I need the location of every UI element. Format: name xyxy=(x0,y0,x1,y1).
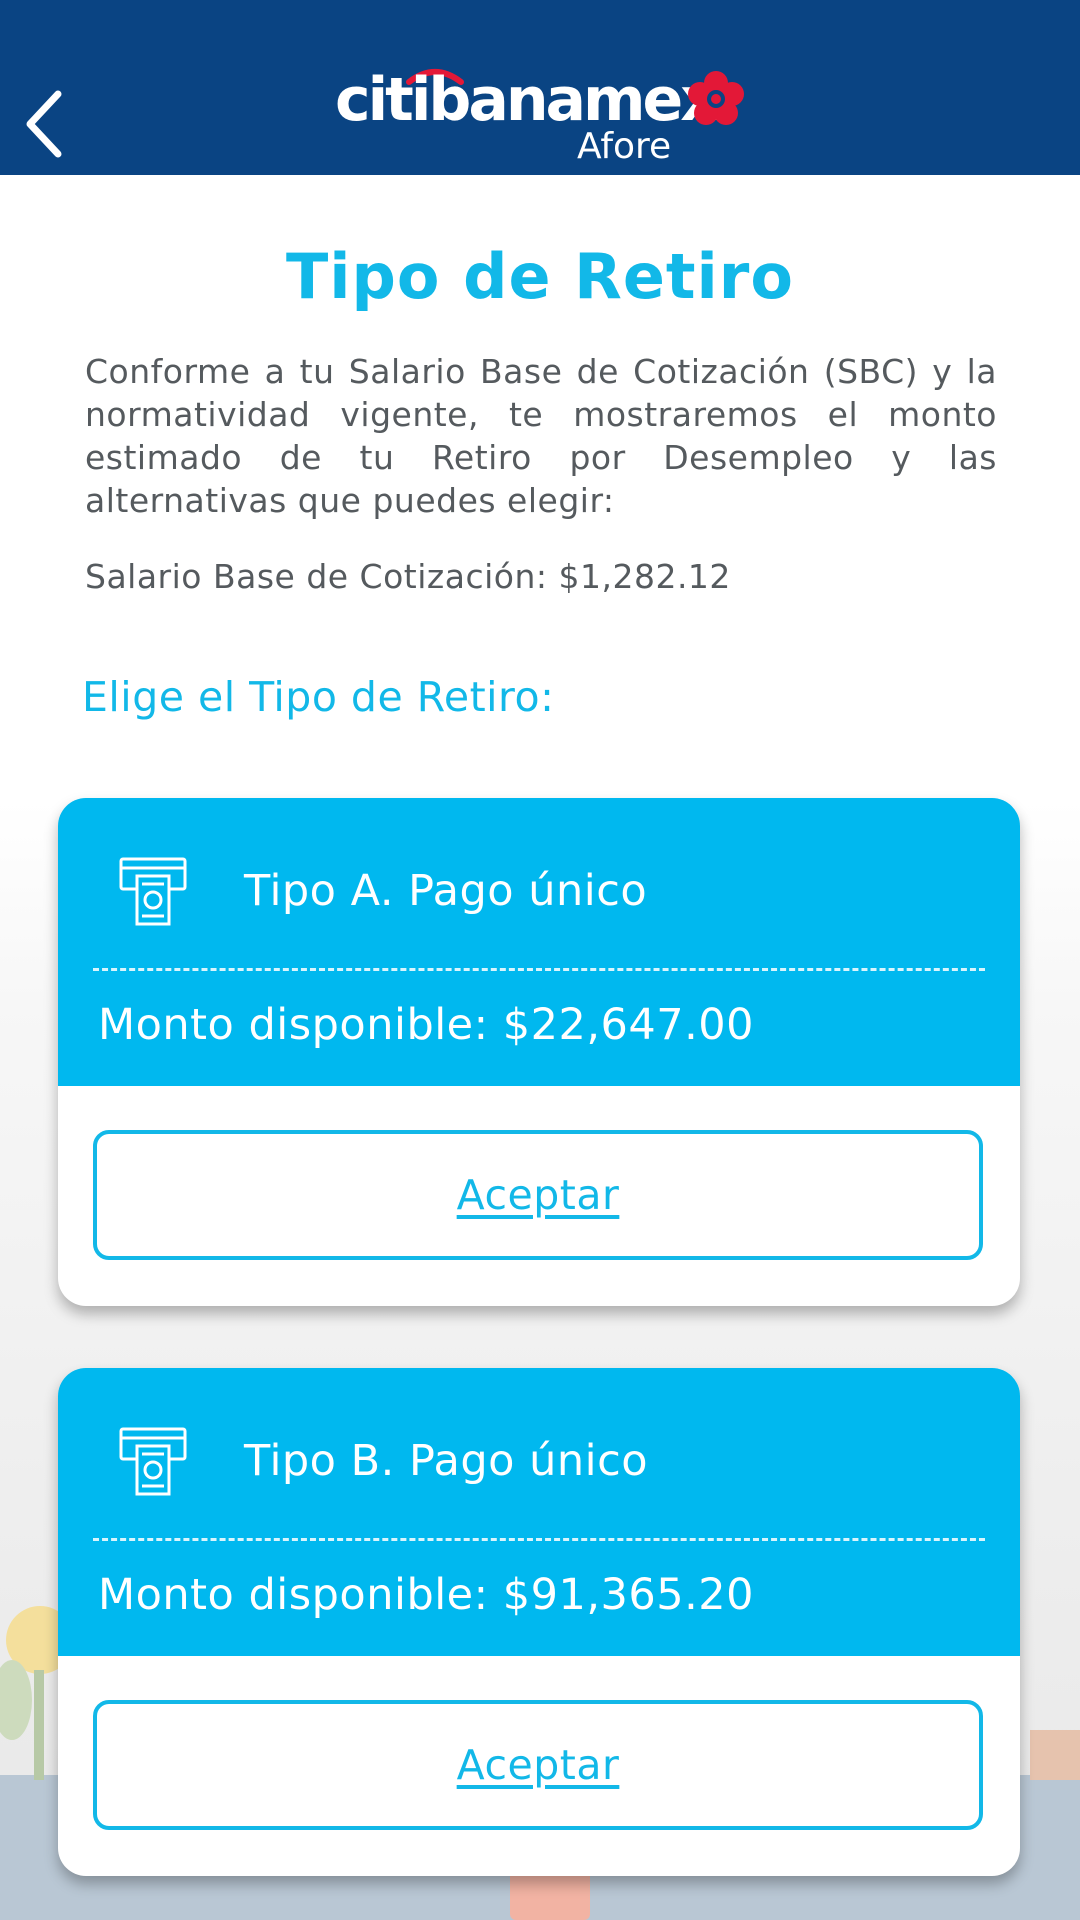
accept-button-label: Aceptar xyxy=(456,1171,620,1219)
page: citibanamex Afore Tipo de Retiro Conform… xyxy=(0,0,1080,1920)
logo-flower-icon xyxy=(688,71,744,125)
option-title: Tipo B. Pago único xyxy=(244,1436,649,1486)
option-card-b: Tipo B. Pago único Monto disponible: $91… xyxy=(58,1368,1020,1876)
intro-text: Conforme a tu Salario Base de Cotización… xyxy=(85,352,997,520)
brand-subtitle: Afore xyxy=(577,126,672,167)
available-amount: Monto disponible: $22,647.00 xyxy=(98,1000,754,1050)
option-card-header: Tipo A. Pago único Monto disponible: $22… xyxy=(58,798,1020,1086)
app-header: citibanamex Afore xyxy=(0,0,1080,175)
accept-button-label: Aceptar xyxy=(456,1741,620,1789)
chevron-left-icon xyxy=(26,90,62,158)
atm-cash-icon xyxy=(119,857,187,926)
option-card-header: Tipo B. Pago único Monto disponible: $91… xyxy=(58,1368,1020,1656)
accept-button-b[interactable]: Aceptar xyxy=(93,1700,983,1830)
back-button[interactable] xyxy=(14,82,84,162)
dashed-divider xyxy=(93,1538,985,1541)
choose-label: Elige el Tipo de Retiro: xyxy=(82,673,555,721)
brand-logo: citibanamex Afore xyxy=(335,60,755,170)
sbc-value: Salario Base de Cotización: $1,282.12 xyxy=(85,557,731,596)
available-amount: Monto disponible: $91,365.20 xyxy=(98,1570,754,1620)
page-title: Tipo de Retiro xyxy=(286,240,794,313)
option-title: Tipo A. Pago único xyxy=(244,866,648,916)
option-card-a: Tipo A. Pago único Monto disponible: $22… xyxy=(58,798,1020,1306)
dashed-divider xyxy=(93,968,985,971)
atm-cash-icon xyxy=(119,1427,187,1496)
accept-button-a[interactable]: Aceptar xyxy=(93,1130,983,1260)
